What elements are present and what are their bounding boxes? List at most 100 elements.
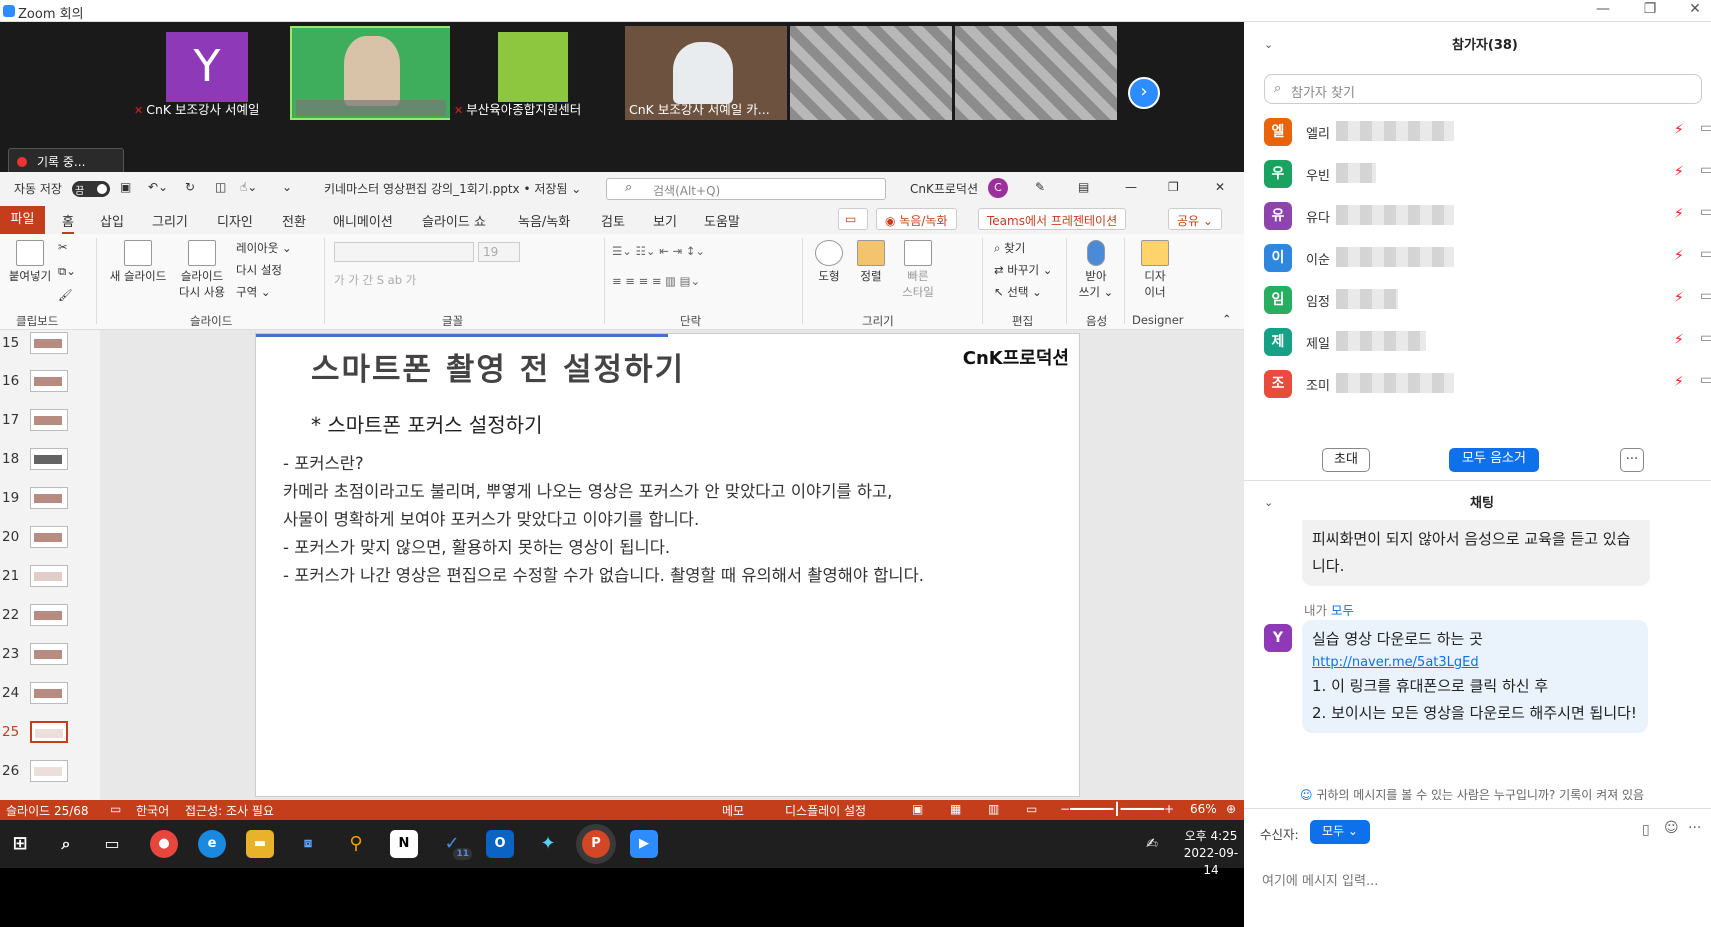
collapse-ribbon-icon[interactable]: ⌃ — [1222, 312, 1232, 326]
slide-subtitle[interactable]: * 스마트폰 포커스 설정하기 — [311, 409, 542, 438]
view-sorter-icon[interactable]: ▦ — [950, 802, 961, 816]
task-view-icon[interactable]: ▭ — [98, 830, 126, 858]
find-button[interactable]: ⌕ 찾기 — [994, 240, 1025, 256]
video-tile[interactable]: ✕ 부산육아종합지원센터 — [450, 26, 612, 120]
chat-more-icon[interactable]: ··· — [1688, 820, 1701, 836]
tab-animations[interactable]: 애니메이션 — [333, 211, 393, 230]
teams-present-button[interactable]: Teams에서 프레젠테이션 — [978, 208, 1127, 230]
tab-slideshow[interactable]: 슬라이드 쇼 — [422, 211, 486, 230]
slide-thumbnail[interactable]: 23 — [0, 641, 100, 677]
camera-icon[interactable]: ▭ — [1700, 330, 1711, 346]
view-reading-icon[interactable]: ▥ — [988, 802, 999, 816]
save-icon[interactable]: ▣ — [120, 180, 131, 194]
slide-thumbnail[interactable]: 18 — [0, 446, 100, 482]
chat-message-input[interactable]: 여기에 메시지 입력... — [1262, 870, 1378, 889]
camera-icon[interactable]: ▭ — [1700, 372, 1711, 388]
new-slide-button[interactable]: 새 슬라이드 — [108, 240, 168, 284]
powerpoint-icon[interactable]: P — [582, 830, 610, 858]
spellcheck-icon[interactable]: ▭ — [110, 802, 121, 816]
search-icon[interactable]: ⌕ — [52, 830, 80, 858]
mic-muted-icon[interactable]: ⚡ — [1674, 206, 1684, 222]
slide-thumbnail[interactable]: 26 — [0, 758, 100, 794]
chrome-icon[interactable]: ● — [150, 830, 178, 858]
mic-muted-icon[interactable]: ⚡ — [1674, 164, 1684, 180]
maximize-icon[interactable]: ❐ — [1635, 1, 1665, 17]
slide-thumbnail[interactable]: 16 — [0, 368, 100, 404]
todo-icon[interactable]: ✓ 11 — [438, 830, 472, 860]
pen-icon[interactable]: ✎ — [1035, 180, 1045, 194]
record-button[interactable]: ◉ 녹음/녹화 — [876, 208, 957, 230]
slide-thumbnail[interactable]: 22 — [0, 602, 100, 638]
display-settings-button[interactable]: 디스플레이 설정 — [785, 802, 866, 819]
font-size-select[interactable]: 19 — [478, 242, 520, 262]
mic-muted-icon[interactable]: ⚡ — [1674, 332, 1684, 348]
participant-search-input[interactable]: ⌕ 참가자 찾기 — [1264, 74, 1702, 104]
select-button[interactable]: ↖ 선택 ⌄ — [994, 284, 1042, 300]
slide-title[interactable]: 스마트폰 촬영 전 설정하기 — [311, 344, 685, 389]
dictate-button[interactable]: 받아 쓰기 ⌄ — [1074, 240, 1118, 300]
slide-thumbnail-selected[interactable]: 25 — [0, 719, 100, 755]
fit-slide-icon[interactable]: ⊕ — [1226, 802, 1236, 816]
reset-button[interactable]: 다시 설정 — [236, 262, 282, 278]
minimize-icon[interactable]: — — [1588, 1, 1618, 17]
paste-button[interactable]: 붙여넣기 — [6, 240, 54, 284]
zoom-level[interactable]: 66% — [1190, 802, 1217, 816]
undo-icon[interactable]: ↶⌄ — [148, 180, 168, 194]
system-clock[interactable]: 오후 4:25 2022-09-14 — [1178, 828, 1244, 879]
tab-review[interactable]: 검토 — [601, 211, 625, 230]
mic-muted-icon[interactable]: ⚡ — [1674, 122, 1684, 138]
camera-icon[interactable]: ▭ — [1700, 120, 1711, 136]
bird-app-icon[interactable]: ✦ — [534, 830, 562, 858]
recording-indicator[interactable]: 기록 중... — [8, 148, 124, 174]
slide-canvas[interactable]: 스마트폰 촬영 전 설정하기 CnK프로덕션 * 스마트폰 포커스 설정하기 -… — [255, 333, 1080, 797]
slide-thumbnail[interactable]: 20 — [0, 524, 100, 560]
replace-button[interactable]: ⇄ 바꾸기 ⌄ — [994, 262, 1052, 278]
minimize-icon[interactable]: — — [1125, 180, 1137, 194]
chat-link[interactable]: http://naver.me/5at3LgEd — [1312, 653, 1638, 673]
close-icon[interactable]: ✕ — [1215, 180, 1225, 194]
search-input[interactable]: ⌕ 검색(Alt+Q) — [606, 178, 886, 200]
tab-home[interactable]: 홈 — [62, 211, 74, 235]
slide-text-line[interactable]: 카메라 초점이라고도 불리며, 뿌옇게 나오는 영상은 포커스가 안 맞았다고 … — [283, 478, 892, 502]
list-buttons[interactable]: ☰⌄ ☷⌄ ⇤ ⇥ ↕⌄ — [612, 244, 705, 258]
tab-view[interactable]: 보기 — [653, 211, 677, 230]
slide-thumbnail[interactable]: 19 — [0, 485, 100, 521]
tab-draw[interactable]: 그리기 — [152, 211, 188, 230]
designer-button[interactable]: 디자 이너 — [1132, 240, 1178, 300]
restore-icon[interactable]: ❐ — [1168, 180, 1179, 194]
video-tile[interactable]: CnK 보조강사 서예일 카... — [625, 26, 787, 120]
video-tile-blurred[interactable] — [955, 26, 1117, 120]
tab-design[interactable]: 디자인 — [217, 211, 253, 230]
pen-tray-icon[interactable]: ✍ — [1138, 830, 1166, 858]
participant-row[interactable]: 이 이순 ⚡ ▭ — [1264, 244, 1711, 282]
slide-text-line[interactable]: - 포커스가 나간 영상은 편집으로 수정할 수가 없습니다. 촬영할 때 유의… — [283, 562, 924, 586]
slide-text-line[interactable]: - 포커스란? — [283, 450, 364, 474]
tab-insert[interactable]: 삽입 — [100, 211, 124, 230]
reuse-slides-button[interactable]: 슬라이드 다시 사용 — [172, 240, 232, 300]
notion-icon[interactable]: N — [390, 830, 418, 858]
view-slideshow-icon[interactable]: ▭ — [1026, 802, 1037, 816]
emoji-icon[interactable]: ☺ — [1664, 820, 1679, 836]
slide-thumbnail[interactable]: 15 — [0, 330, 100, 366]
mute-all-button[interactable]: 모두 음소거 — [1449, 448, 1539, 472]
section-button[interactable]: 구역 ⌄ — [236, 284, 270, 300]
participant-row[interactable]: 엘 엘리 ⚡ ▭ — [1264, 118, 1711, 156]
participant-row[interactable]: 임 임정 ⚡ ▭ — [1264, 286, 1711, 324]
message-recipient[interactable]: 모두 — [1331, 603, 1354, 618]
copy-icon[interactable]: ⧉⌄ — [58, 264, 76, 279]
touch-mode-icon[interactable]: ☝⌄ — [240, 180, 257, 194]
camera-icon[interactable]: ▭ — [1700, 246, 1711, 262]
autosave-toggle[interactable]: 끔 — [72, 181, 110, 197]
network-app-icon[interactable]: ⧈ — [294, 830, 322, 858]
format-painter-icon[interactable]: 🖌 — [58, 288, 73, 302]
document-title[interactable]: 키네마스터 영상편집 강의_1회기.pptx • 저장됨 ⌄ — [324, 180, 581, 197]
align-buttons[interactable]: ≡ ≡ ≡ ≡ ▥ ▤⌄ — [612, 274, 700, 288]
ribbon-display-icon[interactable]: ▤ — [1078, 180, 1089, 194]
slideshow-icon[interactable]: ◫ — [215, 180, 226, 194]
cut-icon[interactable]: ✂ — [58, 240, 68, 254]
mic-muted-icon[interactable]: ⚡ — [1674, 248, 1684, 264]
tab-file[interactable]: 파일 — [0, 206, 45, 234]
language-status[interactable]: 한국어 — [136, 802, 169, 819]
close-icon[interactable]: ✕ — [1680, 1, 1710, 17]
slide-thumbnail[interactable]: 21 — [0, 563, 100, 599]
